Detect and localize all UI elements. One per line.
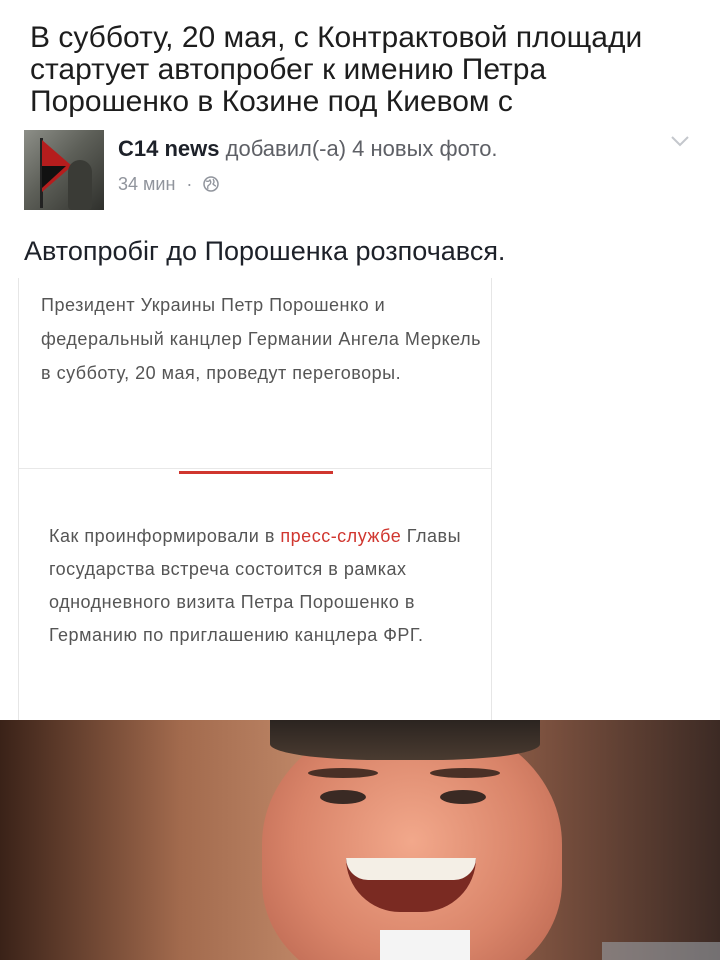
author-line: C14 news добавил(-а) 4 новых фото.	[118, 136, 498, 162]
press-service-link[interactable]: пресс-службе	[280, 526, 401, 546]
post-action-text: добавил(-а) 4 новых фото.	[225, 136, 498, 161]
teeth	[346, 858, 476, 880]
article-divider	[19, 468, 491, 469]
corner-overlay	[602, 942, 720, 960]
right-brow	[430, 768, 500, 778]
shirt-collar	[380, 930, 470, 960]
article-accent-line	[179, 471, 333, 474]
post-text: Автопробіг до Порошенка розпочався.	[24, 236, 506, 266]
author-name-link[interactable]: C14 news	[118, 136, 220, 161]
article-paragraph-1: Президент Украины Петр Порошенко и федер…	[41, 295, 481, 383]
right-eye	[440, 790, 486, 804]
article-screenshot: Президент Украины Петр Порошенко и федер…	[18, 278, 492, 720]
meta-separator: ·	[186, 174, 193, 194]
post-meta: 34 мин ·	[118, 174, 220, 195]
hair-shape	[270, 720, 540, 760]
page-avatar[interactable]	[24, 130, 104, 210]
article-p2-start: Как проинформировали в	[49, 526, 281, 546]
chevron-down-icon[interactable]	[670, 134, 690, 148]
left-brow	[308, 768, 378, 778]
globe-icon[interactable]	[203, 176, 220, 192]
left-eye	[320, 790, 366, 804]
black-flag	[42, 166, 66, 188]
post-header: C14 news добавил(-а) 4 новых фото. 34 ми…	[0, 122, 720, 222]
person-silhouette	[68, 160, 92, 210]
post-timestamp[interactable]: 34 мин	[118, 174, 175, 194]
headline-caption: В субботу, 20 мая, с Контрактовой площад…	[30, 22, 643, 118]
article-paragraph-2: Как проинформировали в пресс-службе Глав…	[49, 520, 469, 652]
smiling-man-photo	[0, 720, 720, 960]
